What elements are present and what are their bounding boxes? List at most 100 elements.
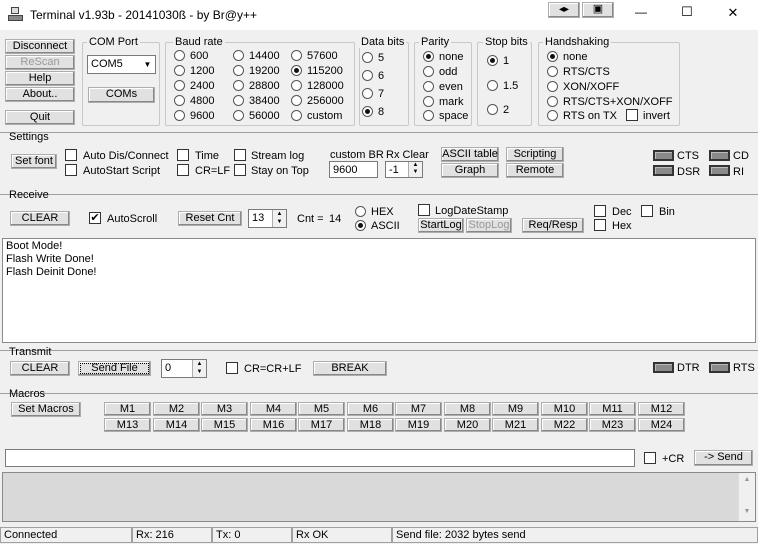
baud-56000-radio[interactable] — [233, 110, 244, 121]
data-bits-8-radio[interactable] — [362, 106, 373, 117]
handshaking-rts-cts-radio[interactable] — [547, 66, 558, 77]
baud-115200-radio[interactable] — [291, 65, 302, 76]
baud-19200-radio[interactable] — [233, 65, 244, 76]
transmit-history[interactable]: ▲ ▼ — [2, 472, 756, 522]
macro-button-m20[interactable]: M20 — [444, 418, 491, 432]
parity-mark-radio[interactable] — [423, 96, 434, 107]
time-checkbox[interactable] — [177, 149, 189, 161]
macro-button-m13[interactable]: M13 — [104, 418, 151, 432]
macro-button-m5[interactable]: M5 — [298, 402, 345, 416]
macro-button-m10[interactable]: M10 — [541, 402, 588, 416]
handshaking-none-radio[interactable] — [547, 51, 558, 62]
macro-button-m18[interactable]: M18 — [347, 418, 394, 432]
log-date-stamp-checkbox[interactable] — [418, 204, 430, 216]
transmit-clear-button[interactable]: CLEAR — [10, 361, 70, 376]
send-input[interactable] — [5, 449, 635, 467]
spin-arrows-icon[interactable]: ▲ ▼ — [272, 210, 286, 227]
chevron-down-icon[interactable]: ▼ — [140, 56, 155, 73]
stream-log-checkbox[interactable] — [234, 149, 246, 161]
rescan-button[interactable]: ReScan — [5, 55, 75, 70]
parity-even-radio[interactable] — [423, 81, 434, 92]
disconnect-button[interactable]: Disconnect — [5, 39, 75, 54]
bin-checkbox[interactable] — [641, 205, 653, 217]
baud-2400-radio[interactable] — [174, 80, 185, 91]
macro-button-m19[interactable]: M19 — [395, 418, 442, 432]
macro-button-m4[interactable]: M4 — [250, 402, 297, 416]
hex-display-checkbox[interactable] — [594, 219, 606, 231]
set-macros-button[interactable]: Set Macros — [11, 402, 81, 417]
start-log-button[interactable]: StartLog — [418, 218, 464, 233]
data-bits-6-radio[interactable] — [362, 70, 373, 81]
baud-28800-radio[interactable] — [233, 80, 244, 91]
baud-4800-radio[interactable] — [174, 95, 185, 106]
coms-button[interactable]: COMs — [88, 87, 155, 103]
stop-bits-1-5-radio[interactable] — [487, 80, 498, 91]
crlf-checkbox[interactable] — [177, 164, 189, 176]
baud-128000-radio[interactable] — [291, 80, 302, 91]
macro-button-m14[interactable]: M14 — [153, 418, 200, 432]
macro-button-m12[interactable]: M12 — [638, 402, 685, 416]
macro-button-m23[interactable]: M23 — [589, 418, 636, 432]
about-button[interactable]: About.. — [5, 87, 75, 102]
scripting-button[interactable]: Scripting — [506, 147, 564, 162]
parity-space-radio[interactable] — [423, 110, 434, 121]
help-button[interactable]: Help — [5, 71, 75, 86]
invert-checkbox[interactable] — [626, 109, 638, 121]
stop-log-button[interactable]: StopLog — [466, 218, 512, 233]
req-resp-button[interactable]: Req/Resp — [522, 218, 584, 233]
macro-button-m11[interactable]: M11 — [589, 402, 636, 416]
rx-clear-spinner[interactable]: -1 ▲ ▼ — [385, 161, 423, 178]
data-bits-5-radio[interactable] — [362, 52, 373, 63]
receive-clear-button[interactable]: CLEAR — [10, 211, 70, 226]
autoscroll-checkbox[interactable]: ✔ — [89, 212, 101, 224]
handshaking-rts-cts-xon-xoff-radio[interactable] — [547, 96, 558, 107]
swap-panels-button[interactable]: ◂▸ — [548, 2, 580, 18]
macro-button-m24[interactable]: M24 — [638, 418, 685, 432]
break-button[interactable]: BREAK — [313, 361, 387, 376]
send-file-button[interactable]: Send File — [78, 361, 151, 376]
graph-button[interactable]: Graph — [441, 163, 499, 178]
baud-256000-radio[interactable] — [291, 95, 302, 106]
baud-14400-radio[interactable] — [233, 50, 244, 61]
receive-terminal[interactable]: Boot Mode! Flash Write Done! Flash Deini… — [2, 238, 756, 343]
set-font-button[interactable]: Set font — [11, 154, 57, 169]
baud-600-radio[interactable] — [174, 50, 185, 61]
remote-button[interactable]: Remote — [506, 163, 564, 178]
maximize-button[interactable]: ☐ — [672, 4, 702, 22]
macro-button-m7[interactable]: M7 — [395, 402, 442, 416]
scroll-up-icon[interactable]: ▲ — [739, 473, 755, 487]
minimize-button[interactable]: — — [626, 5, 656, 23]
cnt-spinner[interactable]: 13 ▲ ▼ — [248, 209, 287, 228]
rts-led[interactable] — [709, 362, 730, 373]
stay-on-top-checkbox[interactable] — [234, 164, 246, 176]
baud-custom-radio[interactable] — [291, 110, 302, 121]
spin-arrows-icon[interactable]: ▲ ▼ — [408, 162, 422, 177]
macro-button-m16[interactable]: M16 — [250, 418, 297, 432]
macro-button-m6[interactable]: M6 — [347, 402, 394, 416]
auto-dis-connect-checkbox[interactable] — [65, 149, 77, 161]
macro-button-m2[interactable]: M2 — [153, 402, 200, 416]
ascii-table-button[interactable]: ASCII table — [441, 147, 499, 162]
reset-cnt-button[interactable]: Reset Cnt — [178, 211, 242, 226]
macro-button-m8[interactable]: M8 — [444, 402, 491, 416]
stop-bits-2-radio[interactable] — [487, 104, 498, 115]
parity-odd-radio[interactable] — [423, 66, 434, 77]
baud-1200-radio[interactable] — [174, 65, 185, 76]
baud-57600-radio[interactable] — [291, 50, 302, 61]
dtr-led[interactable] — [653, 362, 674, 373]
close-button[interactable]: ✕ — [718, 5, 748, 23]
dock-button[interactable]: ▣ — [582, 2, 614, 18]
macro-button-m15[interactable]: M15 — [201, 418, 248, 432]
macro-button-m21[interactable]: M21 — [492, 418, 539, 432]
autostart-script-checkbox[interactable] — [65, 164, 77, 176]
stop-bits-1-radio[interactable] — [487, 55, 498, 66]
cr-checkbox[interactable] — [644, 452, 656, 464]
scroll-down-icon[interactable]: ▼ — [739, 505, 755, 519]
ascii-radio[interactable] — [355, 220, 366, 231]
transmit-spinner[interactable]: 0 ▲ ▼ — [161, 359, 207, 378]
macro-button-m17[interactable]: M17 — [298, 418, 345, 432]
crcrlf-checkbox[interactable] — [226, 362, 238, 374]
com-port-select[interactable]: COM5 ▼ — [87, 55, 156, 74]
custom-br-input[interactable]: 9600 — [329, 161, 378, 178]
handshaking-xon-xoff-radio[interactable] — [547, 81, 558, 92]
